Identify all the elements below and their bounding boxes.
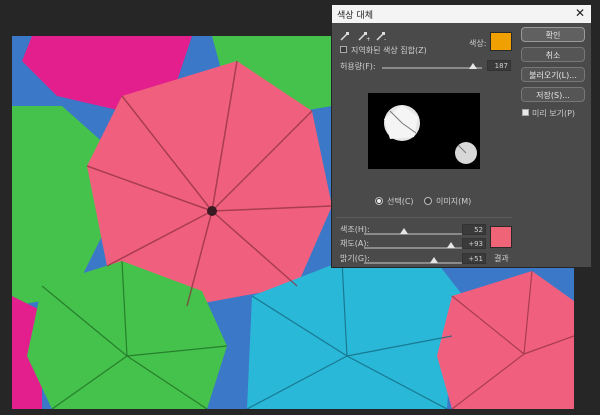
localized-clusters-checkbox[interactable] [340,46,347,53]
lightness-value[interactable]: +51 [462,253,486,264]
color-label: 색상: [469,39,487,48]
image-radio-label: 이미지(M) [436,197,472,206]
eyedropper-plus-icon[interactable]: + [358,31,370,41]
preview-label: 미리 보기(P) [532,109,576,118]
preview-checkbox[interactable] [522,109,529,116]
dialog-titlebar[interactable]: 색상 대체 ✕ [332,5,591,23]
ok-button[interactable]: 확인 [521,27,585,42]
lightness-slider[interactable] [364,262,464,264]
hue-value[interactable]: 52 [462,224,486,235]
section-divider [336,217,512,218]
saturation-value[interactable]: +93 [462,238,486,249]
saturation-slider-thumb[interactable] [447,242,455,248]
cancel-button[interactable]: 취소 [521,47,585,62]
selection-preview [368,93,480,169]
selection-radio-label: 선택(C) [387,197,414,206]
fuzziness-value[interactable]: 187 [487,60,511,71]
dialog-title: 색상 대체 [337,11,373,21]
fuzziness-slider[interactable] [382,67,482,69]
svg-text:-: - [384,36,386,41]
close-icon[interactable]: ✕ [575,6,585,20]
eyedropper-minus-icon[interactable]: - [376,31,388,41]
result-label: 결과 [494,254,509,263]
fuzziness-slider-thumb[interactable] [469,63,477,69]
svg-text:+: + [366,36,370,41]
hue-slider[interactable] [364,233,464,235]
sample-color-swatch[interactable] [490,32,512,51]
fuzziness-label: 허용량(F): [340,62,376,71]
image-radio[interactable] [424,197,432,205]
replace-color-dialog: 색상 대체 ✕ + - 색상: 지역화된 색상 집합(Z) 허용량(F): 18… [331,4,592,268]
save-button[interactable]: 저장(S)... [521,87,585,102]
hue-slider-thumb[interactable] [400,228,408,234]
lightness-slider-thumb[interactable] [430,257,438,263]
localized-clusters-label: 지역화된 색상 집합(Z) [351,46,427,55]
load-button[interactable]: 불러오기(L)... [521,67,585,82]
selection-radio[interactable] [375,197,383,205]
result-color-swatch[interactable] [490,226,512,248]
eyedropper-icon[interactable] [340,31,350,41]
